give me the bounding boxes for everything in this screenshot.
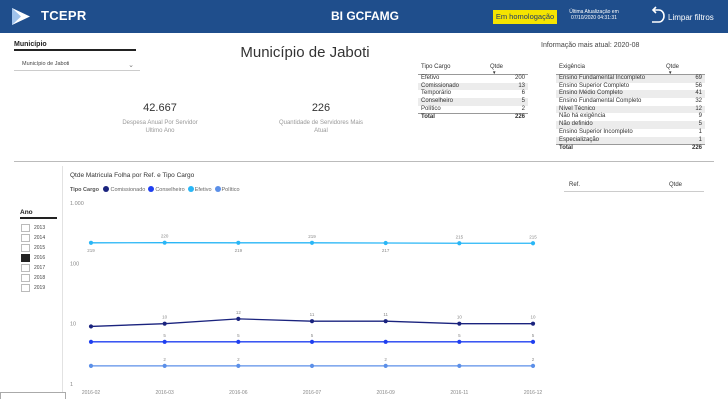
data-label: 12 xyxy=(236,310,242,315)
data-label: 215 xyxy=(529,234,537,239)
data-point[interactable] xyxy=(236,240,241,245)
x-tick-label: 2016-06 xyxy=(229,390,248,396)
data-label: 215 xyxy=(456,234,464,239)
data-label: 10 xyxy=(530,315,536,320)
data-point[interactable] xyxy=(383,339,388,344)
data-label: 2 xyxy=(163,357,166,362)
data-label: 219 xyxy=(308,234,316,239)
data-point[interactable] xyxy=(162,363,167,368)
x-tick-label: 2016-11 xyxy=(450,390,468,396)
data-label: 5 xyxy=(311,333,314,338)
data-label: 10 xyxy=(162,315,168,320)
x-tick-label: 2016-12 xyxy=(524,390,543,396)
data-point[interactable] xyxy=(530,363,536,368)
data-point[interactable] xyxy=(530,241,536,246)
data-label: 10 xyxy=(457,315,463,320)
data-point[interactable] xyxy=(309,240,315,245)
data-point[interactable] xyxy=(457,339,462,344)
data-label: 217 xyxy=(382,248,390,253)
data-point[interactable] xyxy=(88,363,94,368)
data-label: 5 xyxy=(237,333,240,338)
data-point[interactable] xyxy=(162,240,167,245)
line-chart: 1 10 100 1.000 2016-02 2016-03 2016-06 2016-07 2… xyxy=(70,201,543,396)
data-label: 11 xyxy=(310,312,315,317)
x-tick-label: 2016-07 xyxy=(303,390,322,396)
data-label: 11 xyxy=(383,312,388,317)
data-point[interactable] xyxy=(236,363,241,368)
data-label: 5 xyxy=(532,333,535,338)
data-point[interactable] xyxy=(457,321,462,326)
data-label: 5 xyxy=(458,333,461,338)
data-point[interactable] xyxy=(309,339,315,344)
data-label: 2 xyxy=(384,357,387,362)
data-point[interactable] xyxy=(236,339,241,344)
y-tick-label: 1.000 xyxy=(70,201,84,207)
data-point[interactable] xyxy=(162,321,167,326)
data-point[interactable] xyxy=(457,241,462,246)
data-point[interactable] xyxy=(236,316,241,321)
y-tick-label: 1 xyxy=(70,382,73,388)
y-tick-label: 10 xyxy=(70,322,76,328)
data-label: 219 xyxy=(87,248,95,253)
data-label: 5 xyxy=(163,333,166,338)
data-point[interactable] xyxy=(530,339,536,344)
data-point[interactable] xyxy=(383,363,388,368)
data-point[interactable] xyxy=(383,319,388,324)
data-point[interactable] xyxy=(457,363,462,368)
y-tick-label: 100 xyxy=(70,261,79,267)
data-point[interactable] xyxy=(530,321,536,326)
data-point[interactable] xyxy=(88,339,94,344)
data-point[interactable] xyxy=(88,324,94,329)
data-point[interactable] xyxy=(309,363,315,368)
data-point[interactable] xyxy=(383,240,388,246)
data-point[interactable] xyxy=(162,339,167,344)
data-label: 2 xyxy=(237,357,240,362)
x-tick-label: 2016-02 xyxy=(82,390,101,396)
data-point[interactable] xyxy=(309,319,315,324)
data-label: 220 xyxy=(161,234,169,239)
x-tick-label: 2016-03 xyxy=(155,390,174,396)
data-label: 219 xyxy=(235,248,243,253)
page-tab[interactable] xyxy=(0,392,66,399)
x-tick-label: 2016-09 xyxy=(376,390,395,396)
data-point[interactable] xyxy=(88,240,94,245)
data-label: 2 xyxy=(532,357,535,362)
